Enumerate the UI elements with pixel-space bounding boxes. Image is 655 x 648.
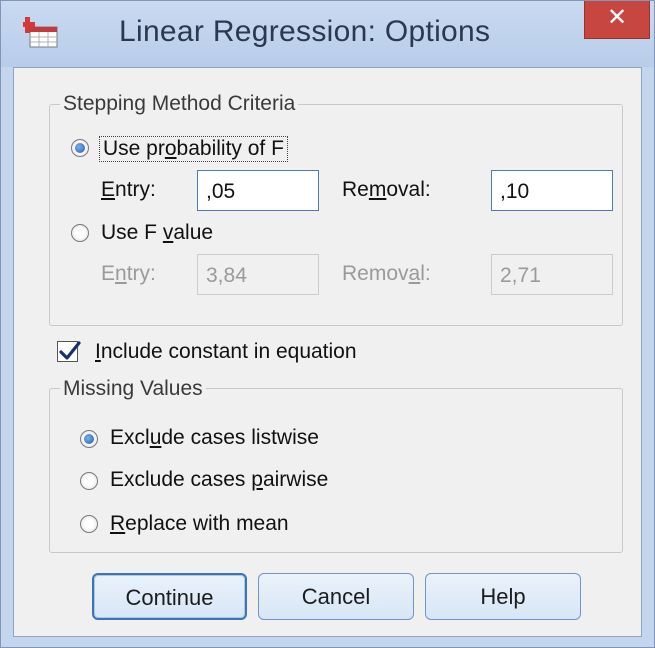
f-entry-label: Entry: <box>101 262 156 285</box>
f-removal-label: Removal: <box>342 262 431 285</box>
spss-app-icon <box>23 17 58 48</box>
use-probability-radio[interactable] <box>71 139 89 157</box>
f-removal-input: 2,71 <box>491 254 613 295</box>
exclude-pairwise-label[interactable]: Exclude cases pairwise <box>110 468 328 492</box>
prob-removal-input[interactable]: ,10 <box>491 170 613 211</box>
title-bar[interactable]: Linear Regression: Options ✕ <box>1 1 654 67</box>
continue-button[interactable]: Continue <box>92 573 247 620</box>
dialog-body: Stepping Method Criteria Use probability… <box>13 67 642 637</box>
include-constant-label[interactable]: Include constant in equation <box>95 340 357 364</box>
exclude-pairwise-radio[interactable] <box>80 472 98 490</box>
cancel-button[interactable]: Cancel <box>258 573 414 620</box>
replace-mean-label[interactable]: Replace with mean <box>110 512 289 536</box>
include-constant-checkbox[interactable] <box>57 341 81 362</box>
checkmark-icon <box>59 341 81 360</box>
window-title: Linear Regression: Options <box>119 15 491 48</box>
help-button[interactable]: Help <box>425 573 581 620</box>
exclude-listwise-label[interactable]: Exclude cases listwise <box>110 426 319 450</box>
use-f-value-label[interactable]: Use F value <box>101 221 213 245</box>
prob-entry-label: Entry: <box>101 178 156 201</box>
replace-mean-radio[interactable] <box>80 515 98 533</box>
exclude-listwise-radio[interactable] <box>80 430 98 448</box>
dialog-window: Linear Regression: Options ✕ Stepping Me… <box>0 0 655 648</box>
use-probability-label[interactable]: Use probability of F <box>99 136 288 162</box>
use-f-value-radio[interactable] <box>71 224 89 242</box>
missing-values-group-label: Missing Values <box>60 377 206 401</box>
prob-removal-label: Removal: <box>342 178 431 201</box>
f-entry-input: 3,84 <box>197 254 319 295</box>
close-icon: ✕ <box>606 4 628 31</box>
prob-entry-input[interactable]: ,05 <box>197 170 319 211</box>
stepping-method-group-label: Stepping Method Criteria <box>60 92 299 116</box>
close-button[interactable]: ✕ <box>584 1 650 39</box>
